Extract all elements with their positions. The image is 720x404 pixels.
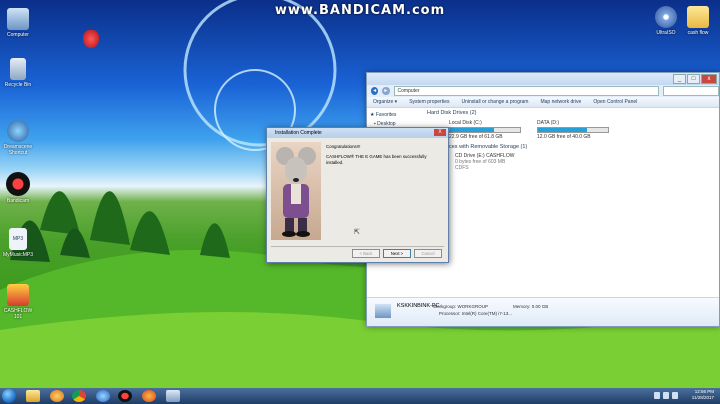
desktop-icon-label: Recycle Bin [4, 82, 32, 88]
mp3-desktop-icon[interactable]: MP3 MyMusicMP3 [0, 228, 36, 258]
desktop-icon-label: Dreamscene Shortcut [3, 144, 33, 156]
computer-desktop-icon[interactable]: Computer [0, 8, 36, 38]
explorer-taskbar-icon[interactable] [26, 390, 40, 402]
hdd-group-header[interactable]: Hard Disk Drives (2) [427, 110, 715, 116]
back-arrow-icon[interactable]: ◂ [371, 87, 379, 95]
dreamscene-desktop-icon[interactable]: Dreamscene Shortcut [0, 120, 36, 156]
removable-group-header[interactable]: ces with Removable Storage (1) [449, 144, 527, 150]
strawberry-icon [83, 30, 99, 48]
drive-usage-fill [538, 128, 587, 132]
memory-label: Memory: [513, 304, 531, 309]
desktop: www.BANDICAM.com Computer Recycle Bin Dr… [0, 0, 720, 388]
cashflow-game-icon [7, 284, 29, 306]
installed-text: CASHFLOW® THE E GAME has been successful… [326, 154, 427, 165]
workgroup-value: WORKGROUP [457, 304, 488, 309]
drive-name: DATA (D:) [537, 120, 560, 126]
forward-arrow-icon[interactable]: ▸ [382, 87, 390, 95]
bandicam-desktop-icon[interactable]: Bandicam [0, 172, 36, 204]
workgroup-label: Workgroup: [433, 304, 457, 309]
start-button[interactable] [2, 389, 16, 403]
dialog-message: Congratulations!!! CASHFLOW® THE E GAME … [326, 144, 444, 166]
drive-filesystem: CDFS [455, 165, 469, 171]
installation-dialog: Installation Complete X Congratulations!… [266, 127, 449, 263]
cd-drive[interactable]: CD Drive (E:) CASHFLOW 0 bytes free of 6… [455, 153, 514, 171]
cancel-button[interactable]: Cancel [414, 249, 442, 258]
drive-c[interactable]: Local Disk (C:) 22.9 GB free of 61.8 GB [449, 120, 521, 140]
ultraiso-desktop-icon[interactable]: UltraISO [648, 6, 684, 36]
desktop-icon-label: UltraISO [656, 30, 676, 36]
explorer-titlebar[interactable]: _ □ x [367, 73, 719, 85]
folder-icon [687, 6, 709, 28]
dreamscene-icon [7, 120, 29, 142]
bandicam-taskbar-icon[interactable] [118, 390, 132, 402]
recycle-bin-icon [10, 58, 26, 80]
tray-flag-icon[interactable] [654, 392, 660, 399]
organize-menu[interactable]: Organize ▾ [373, 99, 397, 105]
desktop-icon-label: Computer [7, 32, 29, 38]
dialog-buttons: < Back Next > Cancel [352, 249, 442, 258]
desktop-icon-label: Bandicam [6, 198, 30, 204]
drive-space: 12.0 GB free of 40.0 GB [537, 134, 591, 140]
mouse-mascot-image [271, 142, 321, 240]
mascot-illustration [276, 147, 316, 237]
dialog-separator [271, 246, 444, 247]
taskbar-clock[interactable]: 12:56 PM 11/28/2017 [692, 389, 714, 401]
ultraiso-disc-icon [655, 6, 677, 28]
mouse-cursor-icon: ⇱ [354, 229, 360, 236]
computer-details-icon [375, 304, 391, 318]
processor-value: Intel(R) Core(TM) i7-13... [461, 311, 513, 316]
address-bar: ◂ ▸ Computer [367, 85, 719, 97]
command-bar: Organize ▾ System properties Uninstall o… [367, 97, 719, 108]
uninstall-program-button[interactable]: Uninstall or change a program [461, 99, 528, 105]
congrats-text: Congratulations!!! [326, 144, 361, 149]
desktop-icon-label: cash flow [687, 30, 709, 36]
minimize-button[interactable]: _ [673, 74, 686, 84]
drives-content: Hard Disk Drives (2) [427, 110, 715, 119]
media-player-taskbar-icon[interactable] [50, 390, 64, 402]
drive-usage-fill [450, 128, 495, 132]
close-button[interactable]: x [701, 74, 717, 84]
system-tray [654, 392, 678, 399]
desktop-icon-label: CASHFLOW 101 [3, 308, 33, 320]
cash-flow-folder-icon-item[interactable]: cash flow [680, 6, 716, 36]
tray-volume-icon[interactable] [672, 392, 678, 399]
bandicam-icon [6, 172, 30, 196]
drive-d[interactable]: DATA (D:) 12.0 GB free of 40.0 GB [537, 120, 609, 140]
firefox-taskbar-icon[interactable] [142, 390, 156, 402]
maximize-button[interactable]: □ [687, 74, 700, 84]
search-input[interactable] [662, 86, 719, 96]
dialog-title: Installation Complete [275, 130, 322, 136]
processor-label: Processor: [439, 311, 461, 316]
installer-taskbar-icon[interactable] [166, 390, 180, 402]
drive-usage-bar [537, 127, 609, 133]
chrome-taskbar-icon[interactable] [72, 390, 86, 402]
nav-label: Favorites [375, 112, 397, 118]
open-control-panel-button[interactable]: Open Control Panel [593, 99, 637, 105]
desktop-icon-label: MyMusicMP3 [2, 252, 33, 258]
drive-space: 22.9 GB free of 61.8 GB [449, 134, 503, 140]
details-pane: KSKKINBINK-PC Workgroup: WORKGROUP Memor… [367, 297, 719, 326]
watermark: www.BANDICAM.com [274, 3, 446, 18]
clock-date: 11/28/2017 [691, 395, 714, 400]
cashflow-desktop-icon[interactable]: CASHFLOW 101 [0, 284, 36, 320]
dialog-titlebar[interactable]: Installation Complete X [267, 128, 448, 138]
next-button[interactable]: Next > [383, 249, 411, 258]
back-button[interactable]: < Back [352, 249, 380, 258]
drive-usage-bar [449, 127, 521, 133]
ie-taskbar-icon[interactable] [96, 390, 110, 402]
tray-network-icon[interactable] [663, 392, 669, 399]
recycle-bin-desktop-icon[interactable]: Recycle Bin [0, 58, 36, 88]
taskbar: 12:56 PM 11/28/2017 [0, 388, 720, 404]
nav-item-favorites[interactable]: ★ Favorites [370, 112, 412, 118]
computer-icon [7, 8, 29, 30]
system-properties-button[interactable]: System properties [409, 99, 449, 105]
strawberry-desktop-icon[interactable] [73, 30, 109, 48]
dialog-close-button[interactable]: X [434, 129, 446, 136]
map-network-drive-button[interactable]: Map network drive [540, 99, 581, 105]
drive-name: Local Disk (C:) [449, 120, 482, 126]
address-field[interactable]: Computer [393, 86, 659, 96]
music-file-icon: MP3 [9, 228, 27, 250]
memory-value: 0.00 GB [531, 304, 549, 309]
